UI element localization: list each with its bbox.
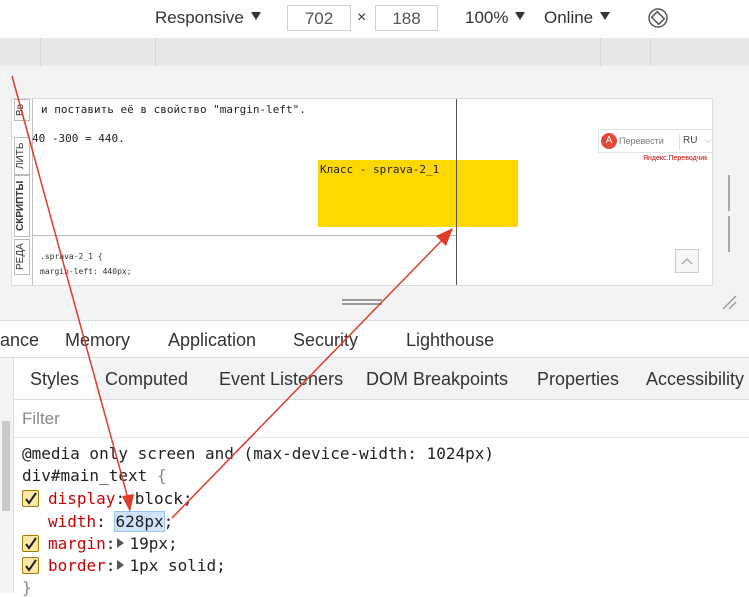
translate-button[interactable]: Перевести	[619, 136, 664, 146]
chevron-down-icon	[515, 12, 526, 20]
tab-event-listeners[interactable]: Event Listeners	[219, 369, 343, 390]
selected-property-value[interactable]: 628px	[114, 511, 165, 532]
property-name[interactable]: display	[48, 489, 115, 508]
panel-tab-bar: ance Memory Application Security Lightho…	[0, 320, 749, 358]
chevron-down-icon	[250, 12, 261, 20]
expand-triangle-icon[interactable]	[117, 560, 125, 570]
property-name[interactable]: margin	[48, 534, 106, 553]
ruler-divider	[40, 38, 41, 66]
dom-tree-gutter	[0, 358, 14, 593]
device-label: Responsive	[155, 8, 244, 27]
zoom-label: 100%	[465, 8, 509, 27]
code-line: .sprava-2_1 {	[40, 252, 103, 261]
tab-computed[interactable]: Computed	[105, 369, 188, 390]
declaration-checkbox[interactable]	[22, 490, 39, 507]
tab-memory[interactable]: Memory	[65, 330, 130, 351]
chevron-down-icon: ⌵	[704, 135, 712, 145]
chevron-down-icon	[600, 12, 611, 20]
throttle-dropdown[interactable]: Online	[544, 8, 611, 28]
elements-subtab-bar: Styles Computed Event Listeners DOM Brea…	[0, 358, 749, 400]
media-query-rule: @media only screen and (max-device-width…	[22, 444, 495, 463]
zoom-dropdown[interactable]: 100%	[465, 8, 526, 28]
vertical-resize-handle[interactable]	[728, 175, 733, 252]
ruler-divider	[155, 38, 156, 66]
property-name[interactable]: width	[48, 512, 96, 531]
tab-application[interactable]: Application	[168, 330, 256, 351]
device-toolbar: Responsive 702 × 188 100% Online	[0, 0, 749, 38]
declaration-width[interactable]: width: 628px;	[48, 511, 173, 532]
expand-triangle-icon[interactable]	[117, 538, 125, 548]
height-input[interactable]: 188	[375, 5, 438, 31]
property-name[interactable]: border	[48, 556, 106, 575]
translate-icon: A	[601, 133, 617, 149]
yandex-label: Яндекс.Переводчик	[643, 155, 708, 162]
check-icon	[25, 492, 37, 505]
vertical-tab-strip: Вв ЛИТЬ СКРИПТЫ РЕДА	[12, 99, 33, 285]
property-value[interactable]: block	[135, 489, 183, 508]
vertical-tab[interactable]: ЛИТЬ	[14, 137, 30, 175]
page-text-line: 40 -300 = 440.	[32, 132, 125, 145]
declaration-checkbox[interactable]	[22, 557, 39, 574]
check-icon	[25, 537, 37, 550]
ruler-divider	[650, 38, 651, 66]
declaration-checkbox[interactable]	[22, 535, 39, 552]
vertical-tab[interactable]: РЕДА	[14, 239, 30, 275]
vertical-tab[interactable]: Вв	[14, 99, 30, 121]
open-brace: {	[156, 466, 167, 485]
media-query-ruler[interactable]	[0, 38, 749, 66]
tab-properties[interactable]: Properties	[537, 369, 619, 390]
ruler-divider	[600, 38, 601, 66]
page-text-line: и поставить её в свойство "margin-left".	[41, 103, 306, 116]
code-line: margin-left: 440px;	[40, 267, 132, 276]
language-label: RU	[683, 135, 698, 146]
tab-accessibility[interactable]: Accessibility	[646, 369, 744, 390]
property-value[interactable]: 1px solid	[129, 556, 216, 575]
page-divider-line	[456, 99, 457, 285]
filter-bar	[14, 400, 749, 438]
vertical-tab-scripts[interactable]: СКРИПТЫ	[14, 175, 30, 237]
sprava-box: Класс - sprava-2_1	[318, 160, 518, 227]
scroll-to-top-button[interactable]	[675, 249, 699, 273]
tab-performance[interactable]: ance	[0, 330, 39, 351]
chevron-up-icon	[681, 257, 693, 265]
sprava-box-label: Класс - sprava-2_1	[320, 163, 440, 176]
width-input[interactable]: 702	[287, 5, 351, 31]
tab-lighthouse[interactable]: Lighthouse	[406, 330, 494, 351]
property-value[interactable]: 19px	[129, 534, 168, 553]
tab-security[interactable]: Security	[293, 330, 358, 351]
filter-input[interactable]	[20, 406, 424, 432]
corner-resize-icon[interactable]	[720, 293, 738, 311]
css-code-block: .sprava-2_1 { margin-left: 440px;	[32, 235, 456, 285]
tab-dom-breakpoints[interactable]: DOM Breakpoints	[366, 369, 508, 390]
device-dropdown[interactable]: Responsive	[155, 8, 261, 28]
emulated-page[interactable]: Вв ЛИТЬ СКРИПТЫ РЕДА и поставить её в св…	[11, 98, 713, 286]
divider	[679, 134, 680, 150]
close-brace: }	[22, 578, 32, 597]
translate-widget: A Перевести RU ⌵	[598, 129, 712, 153]
declaration-margin[interactable]: margin: 19px;	[48, 534, 178, 553]
selector-text: div#main_text	[22, 466, 148, 485]
horizontal-resize-handle[interactable]	[342, 299, 382, 307]
tab-styles[interactable]: Styles	[14, 358, 96, 399]
declaration-display[interactable]: display: block;	[48, 489, 193, 508]
rotate-icon[interactable]	[647, 7, 669, 29]
css-selector[interactable]: div#main_text {	[22, 466, 167, 485]
check-icon	[25, 559, 37, 572]
scrollbar-thumb[interactable]	[2, 421, 10, 511]
declaration-border[interactable]: border: 1px solid;	[48, 556, 226, 575]
times-sign: ×	[357, 9, 367, 26]
language-select[interactable]: RU ⌵	[683, 135, 711, 146]
throttle-label: Online	[544, 8, 594, 27]
